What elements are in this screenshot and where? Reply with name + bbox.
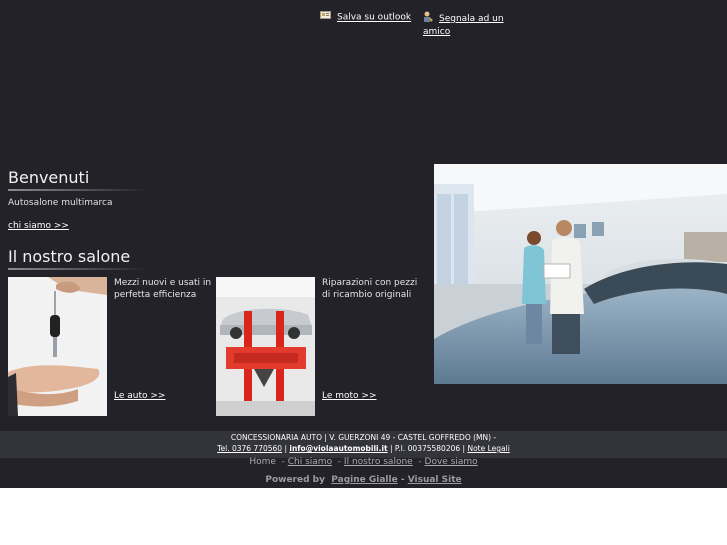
footer-contacts: Tel. 0376 770560 | info@violaautomobili.… [0, 443, 727, 454]
le-auto-link[interactable]: Le auto >> [114, 391, 165, 401]
title-underline [8, 189, 148, 191]
person-icon [423, 11, 433, 26]
welcome-title: Benvenuti [8, 168, 90, 187]
le-moto-link[interactable]: Le moto >> [322, 391, 377, 401]
email-text: info@violaautomobili.it [289, 444, 388, 453]
footer-nav: Home - Chi siamo - Il nostro salone - Do… [249, 457, 478, 467]
visual-site-link[interactable]: Visual Site [408, 475, 462, 485]
salone-title: Il nostro salone [8, 247, 131, 266]
recommend-friend-link[interactable]: Segnala ad un amico [423, 11, 515, 38]
footer-piva: | P.I. 00375580206 | [387, 444, 468, 453]
nav-chi-siamo[interactable]: Chi siamo [288, 457, 332, 467]
car-keys-image [8, 277, 107, 416]
phone-link[interactable]: Tel. 0376 770560 [217, 444, 282, 453]
auto-description: Mezzi nuovi e usati in perfetta efficien… [114, 278, 212, 300]
title-underline [8, 268, 148, 270]
save-outlook-label: Salva su outlook [337, 12, 412, 23]
recommend-friend-label: Segnala ad un amico [423, 14, 504, 37]
chi-siamo-link[interactable]: chi siamo >> [8, 221, 69, 231]
powered-by: Powered by Pagine Gialle - Visual Site [0, 475, 727, 485]
welcome-subtitle: Autosalone multimarca [8, 198, 113, 208]
footer-address: CONCESSIONARIA AUTO | V. GUERZONI 49 - C… [230, 433, 497, 442]
nav-il-nostro-salone[interactable]: Il nostro salone [344, 457, 413, 467]
email-link[interactable]: info@violaautomobili.it [289, 444, 387, 453]
pagine-gialle-link[interactable]: Pagine Gialle [331, 475, 397, 485]
nav-dove-siamo[interactable]: Dove siamo [425, 457, 478, 467]
car-lift-image [216, 277, 315, 416]
ricambi-description: Riparazioni con pezzi di ricambio origin… [322, 278, 418, 300]
showroom-hero-image [434, 164, 727, 384]
powered-label: Powered by [265, 475, 325, 485]
save-outlook-link[interactable]: Salva su outlook [320, 11, 411, 24]
outlook-card-icon [320, 11, 331, 23]
footer-bar: CONCESSIONARIA AUTO | V. GUERZONI 49 - C… [0, 431, 727, 458]
powered-separator: - [397, 475, 408, 485]
nav-home[interactable]: Home [249, 457, 276, 467]
note-legali-link[interactable]: Note Legali [467, 444, 509, 453]
